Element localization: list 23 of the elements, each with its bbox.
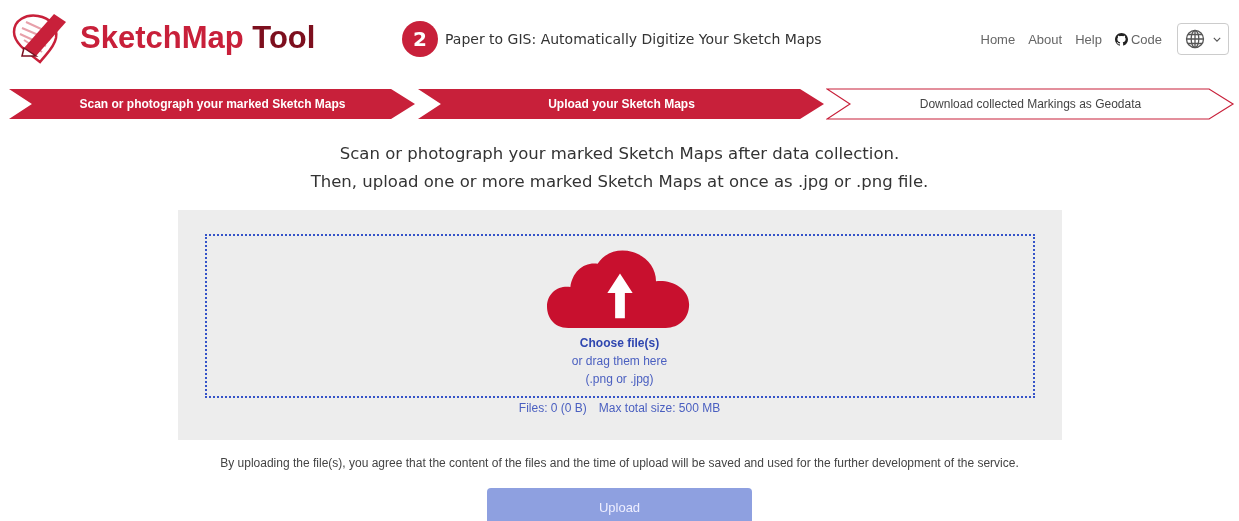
drag-hint: or drag them here [571,353,668,370]
step-banner: Download collected Markings as Geodata [826,88,1235,120]
code-link[interactable]: Code [1114,31,1162,47]
choose-files-link[interactable]: Choose file(s) [579,334,660,352]
disclaimer-text: By uploading the file(s), you agree that the content of the files and the time of upload will be saved and used for the further development of the service. [219,456,1020,470]
step-number-badge: 2 [402,21,438,57]
globe-icon [1185,29,1205,49]
step-banner: Upload your Sketch Maps [417,88,826,120]
nav-link[interactable]: About [1028,31,1063,47]
nav-link[interactable]: Help [1075,31,1102,47]
step-banner: Scan or photograph your marked Sketch Maps [8,88,417,120]
files-count: Files: 0 (0 B) [518,401,587,415]
language-dropdown[interactable] [1177,23,1229,55]
brand-title: SketchMap Tool [80,20,316,56]
max-size-note: Max total size: 500 MB [598,401,721,415]
instruction-text: Then, upload one or more marked Sketch Maps at once as .jpg or .png file. [309,171,930,193]
instruction-text: Scan or photograph your marked Sketch Maps after data collection. [338,143,901,165]
page-subtitle: Paper to GIS: Automatically Digitize Your Sketch Maps [445,31,822,47]
file-types-hint: (.png or .jpg) [585,371,654,388]
drop-zone[interactable]: Choose file(s) or drag them here (.png or .jpg) [204,234,1035,398]
github-icon [1114,32,1128,46]
chevron-down-icon [1213,36,1221,42]
nav-link[interactable]: Home [980,31,1016,47]
